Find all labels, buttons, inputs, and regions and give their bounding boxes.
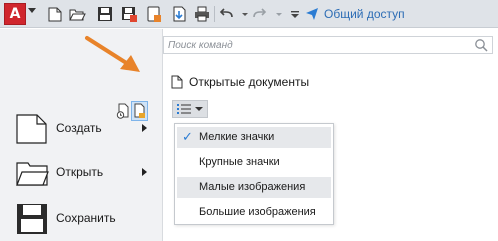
save-icon[interactable] <box>96 5 114 23</box>
share-label: Общий доступ <box>324 7 405 21</box>
menu-option-label: Крупные значки <box>199 156 280 168</box>
menu-item-label: Создать <box>56 121 102 135</box>
folder-icon <box>16 162 49 186</box>
customize-icon[interactable] <box>286 5 299 23</box>
document-icon <box>171 75 183 89</box>
floppy-disk-icon <box>17 204 47 234</box>
menu-item-create[interactable]: Создать <box>0 109 163 149</box>
chevron-right-icon <box>142 124 147 132</box>
quick-access-toolbar: A Общий доступ <box>0 0 498 28</box>
application-menu-button[interactable]: A <box>4 3 26 25</box>
new-document-icon <box>16 114 47 144</box>
toolbar-separator <box>214 6 215 22</box>
menu-item-label: Открыть <box>56 165 104 179</box>
search-box[interactable] <box>163 36 493 54</box>
menu-option-label: Малые изображения <box>199 181 306 193</box>
share-button[interactable]: Общий доступ <box>305 6 405 22</box>
redo-icon[interactable] <box>250 5 268 23</box>
save-as-icon[interactable] <box>120 5 138 23</box>
menu-option-small-icons[interactable]: ✓ Мелкие значки <box>177 127 331 148</box>
open-icon[interactable] <box>68 5 86 23</box>
chevron-right-icon <box>142 168 147 176</box>
chevron-down-icon <box>195 107 203 111</box>
view-options-button[interactable] <box>172 100 208 118</box>
chevron-down-icon[interactable] <box>28 8 36 13</box>
app-logo-letter: A <box>9 6 21 22</box>
menu-item-save[interactable]: Сохранить <box>0 199 163 239</box>
view-options-menu: ✓ Мелкие значки Крупные значки Малые изо… <box>174 123 334 225</box>
chevron-down-icon[interactable] <box>270 5 282 23</box>
new-icon[interactable] <box>46 5 64 23</box>
menu-option-label: Большие изображения <box>199 206 316 218</box>
search-icon[interactable] <box>474 38 488 52</box>
page-title: Открытые документы <box>189 75 310 89</box>
open-documents-header: Открытые документы <box>171 75 309 89</box>
menu-option-large-icons[interactable]: Крупные значки <box>177 152 331 173</box>
menu-item-label: Сохранить <box>56 211 116 225</box>
print-icon[interactable] <box>193 5 211 23</box>
publish-icon[interactable] <box>145 5 163 23</box>
list-view-icon <box>177 104 191 114</box>
menu-option-large-images[interactable]: Большие изображения <box>177 202 331 223</box>
undo-icon[interactable] <box>218 5 236 23</box>
checkmark-icon: ✓ <box>182 130 193 145</box>
import-icon[interactable] <box>170 5 188 23</box>
chevron-down-icon[interactable] <box>236 5 248 23</box>
menu-option-label: Мелкие значки <box>199 131 275 143</box>
menu-item-open[interactable]: Открыть <box>0 153 163 193</box>
annotation-arrow-icon <box>85 36 140 72</box>
search-input[interactable] <box>164 37 464 53</box>
menu-option-small-images[interactable]: Малые изображения <box>177 177 331 198</box>
share-icon <box>306 8 318 20</box>
